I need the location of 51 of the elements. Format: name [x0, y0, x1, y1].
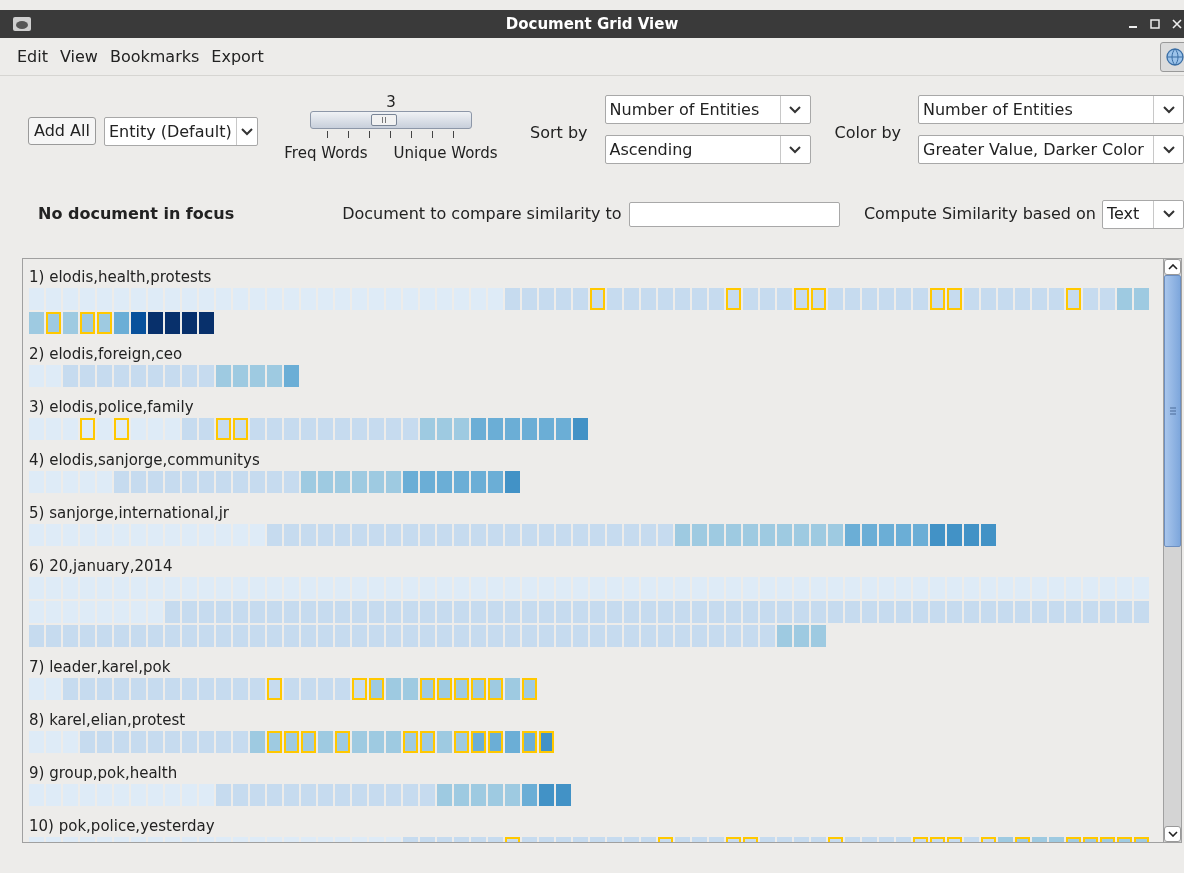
chevron-down-icon	[789, 105, 801, 114]
color-label: Color by	[834, 122, 901, 144]
slider-max-label: Unique Words	[393, 143, 498, 164]
chevron-down-icon	[1162, 210, 1175, 218]
menu-item[interactable]: Export	[211, 44, 264, 69]
globe-button[interactable]	[1160, 42, 1184, 72]
scroll-down-button[interactable]	[1164, 826, 1181, 842]
window-title: Document Grid View	[505, 13, 679, 35]
slider-min-label: Freq Words	[284, 143, 368, 164]
document-label[interactable]: 6) 20,january,2014	[29, 556, 173, 576]
add-all-button[interactable]: Add All	[28, 117, 96, 145]
dropdown[interactable]: Ascending	[604, 135, 811, 164]
close-icon[interactable]	[1172, 19, 1182, 29]
scroll-thumb[interactable]	[1164, 275, 1181, 547]
document-label[interactable]: 8) karel,elian,protest	[29, 710, 186, 730]
scroll-up-button[interactable]	[1164, 259, 1181, 275]
dropdown[interactable]: Text	[1102, 199, 1184, 229]
focus-status: No document in focus	[38, 203, 235, 225]
compare-document-field[interactable]	[628, 201, 840, 227]
chevron-up-icon	[1167, 264, 1178, 270]
globe-icon	[1165, 47, 1184, 67]
chevron-down-icon	[1167, 831, 1178, 837]
document-label[interactable]: 7) leader,karel,pok	[29, 657, 171, 677]
dropdown[interactable]: Number of Entities	[604, 95, 811, 124]
document-label[interactable]: 9) group,pok,health	[29, 763, 178, 783]
menu-item[interactable]: Edit	[17, 44, 48, 69]
chevron-down-icon	[789, 145, 801, 154]
maximize-icon[interactable]	[1150, 19, 1160, 29]
menu-item[interactable]: Bookmarks	[109, 44, 200, 69]
dropdown[interactable]: Greater Value, Darker Color	[918, 135, 1184, 164]
document-label[interactable]: 10) pok,police,yesterday	[29, 816, 215, 836]
document-label[interactable]: 3) elodis,police,family	[29, 397, 194, 417]
chevron-down-icon	[240, 127, 253, 136]
sort-label: Sort by	[530, 122, 588, 144]
slider-value: 3	[386, 93, 396, 111]
dropdown[interactable]: Entity (Default)	[103, 117, 258, 146]
chevron-down-icon	[1162, 145, 1175, 154]
slider-thumb[interactable]	[371, 114, 398, 126]
app-icon	[12, 16, 32, 32]
document-label[interactable]: 1) elodis,health,protests	[29, 267, 212, 287]
document-label[interactable]: 5) sanjorge,international,jr	[29, 503, 230, 523]
grip-icon	[1169, 407, 1176, 415]
scrollbar[interactable]	[1163, 259, 1181, 842]
chevron-down-icon	[1162, 105, 1175, 114]
similarity-label: Compute Similarity based on	[863, 203, 1096, 225]
slider[interactable]	[309, 111, 472, 129]
document-label[interactable]: 4) elodis,sanjorge,communitys	[29, 450, 260, 470]
dropdown[interactable]: Number of Entities	[918, 95, 1184, 124]
document-label[interactable]: 2) elodis,foreign,ceo	[29, 344, 183, 364]
menu-item[interactable]: View	[60, 44, 98, 69]
compare-label: Document to compare similarity to	[342, 203, 622, 225]
